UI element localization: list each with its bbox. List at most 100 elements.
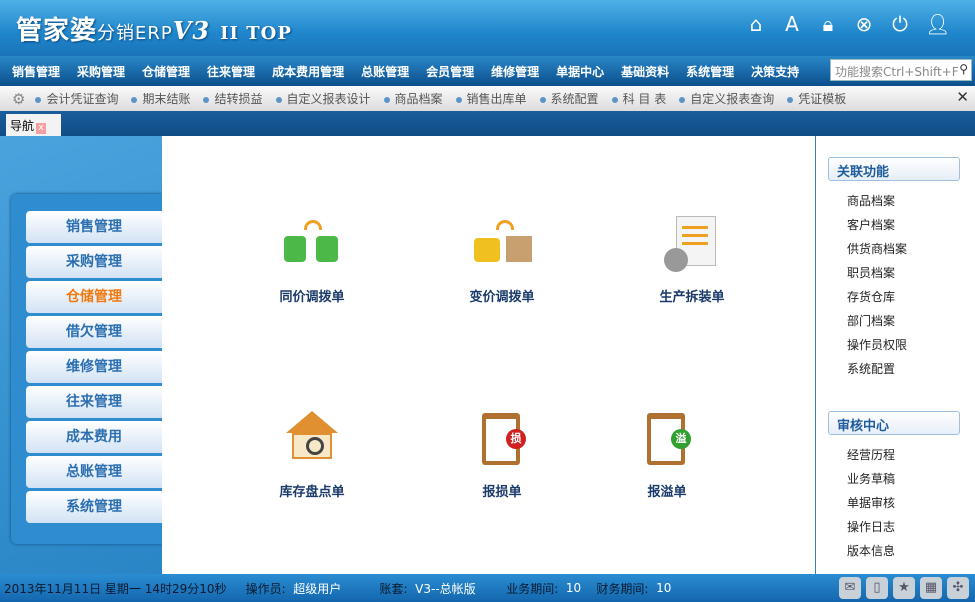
loss-badge: 损 <box>506 429 526 449</box>
font-icon[interactable]: A <box>781 12 803 36</box>
audit-link[interactable]: 单据审核 <box>847 494 895 511</box>
account-value: V3--总帐版 <box>415 580 476 597</box>
inventory-count-button[interactable]: 库存盘点单 <box>242 411 382 500</box>
fan-icon[interactable]: ✣ <box>947 577 969 599</box>
power-icon[interactable]: ⏻ <box>889 12 911 36</box>
related-link[interactable]: 部门档案 <box>847 312 895 329</box>
fin-period-label: 财务期间: <box>596 580 648 597</box>
left-menu-warehouse[interactable]: 仓储管理 <box>26 281 162 313</box>
related-link[interactable]: 职员档案 <box>847 264 895 281</box>
overflow-report-button[interactable]: 溢 报溢单 <box>597 411 737 500</box>
lock-icon[interactable]: 🔒︎ <box>817 12 839 36</box>
left-menu-accounts[interactable]: 往来管理 <box>26 386 162 418</box>
quick-bar-close-icon[interactable]: ✕ <box>956 88 969 106</box>
gear-icon[interactable]: ⚙ <box>12 90 25 108</box>
related-link[interactable]: 供货商档案 <box>847 240 907 257</box>
quick-item[interactable]: 自定义报表查询 <box>679 90 774 107</box>
function-label: 库存盘点单 <box>242 481 382 500</box>
left-menu-loans[interactable]: 借欠管理 <box>26 316 162 348</box>
biz-period-value: 10 <box>566 581 581 595</box>
menu-decision[interactable]: 决策支持 <box>751 63 799 80</box>
notebook-icon[interactable]: ▯ <box>866 577 888 599</box>
audit-link[interactable]: 版本信息 <box>847 542 895 559</box>
logo-sub: 分销ERP <box>97 23 173 44</box>
quick-item[interactable]: 自定义报表设计 <box>276 90 371 107</box>
menu-repair[interactable]: 维修管理 <box>491 63 539 80</box>
menu-ledger[interactable]: 总账管理 <box>361 63 409 80</box>
search-placeholder: 功能搜索Ctrl+Shift+F <box>835 65 959 79</box>
function-label: 报损单 <box>432 481 572 500</box>
main-menu: 销售管理 采购管理 仓储管理 往来管理 成本费用管理 总账管理 会员管理 维修管… <box>0 56 975 86</box>
quick-item[interactable]: 期末结账 <box>131 90 190 107</box>
related-functions-header: 关联功能 <box>828 157 960 181</box>
menu-member[interactable]: 会员管理 <box>426 63 474 80</box>
menu-accounts[interactable]: 往来管理 <box>207 63 255 80</box>
quick-item[interactable]: 系统配置 <box>540 90 599 107</box>
clipboard-loss-icon: 损 <box>470 411 534 475</box>
audit-link[interactable]: 操作日志 <box>847 518 895 535</box>
left-menu-panel: 销售管理 采购管理 仓储管理 借欠管理 维修管理 往来管理 成本费用 总账管理 … <box>11 194 162 544</box>
quick-item[interactable]: 销售出库单 <box>456 90 527 107</box>
quick-bar: ⚙ 会计凭证查询 期末结账 结转损益 自定义报表设计 商品档案 销售出库单 系统… <box>0 86 975 111</box>
logo-main: 管家婆 <box>16 16 97 46</box>
related-link[interactable]: 客户档案 <box>847 216 895 233</box>
audit-link[interactable]: 业务草稿 <box>847 470 895 487</box>
coins-box-icon <box>470 216 534 280</box>
left-menu-system[interactable]: 系统管理 <box>26 491 162 523</box>
left-menu-sales[interactable]: 销售管理 <box>26 211 162 243</box>
menu-sales[interactable]: 销售管理 <box>12 63 60 80</box>
message-icon[interactable]: ✉ <box>839 577 861 599</box>
audit-link[interactable]: 经营历程 <box>847 446 895 463</box>
left-sidebar: 销售管理 采购管理 仓储管理 借欠管理 维修管理 往来管理 成本费用 总账管理 … <box>0 136 162 574</box>
production-assembly-button[interactable]: 生产拆装单 <box>622 216 762 305</box>
calculator-icon[interactable]: ▦ <box>920 577 942 599</box>
house-magnifier-icon <box>280 411 344 475</box>
right-sidebar: 关联功能 商品档案 客户档案 供货商档案 职员档案 存货仓库 部门档案 操作员权… <box>815 136 975 574</box>
loss-report-button[interactable]: 损 报损单 <box>432 411 572 500</box>
main-content: 同价调拨单 变价调拨单 生产拆装单 库存盘点单 损 报损单 溢 报溢单 <box>162 136 815 574</box>
menu-system[interactable]: 系统管理 <box>686 63 734 80</box>
related-link[interactable]: 存货仓库 <box>847 288 895 305</box>
overflow-badge: 溢 <box>671 429 691 449</box>
logo-version: V3 <box>173 16 210 45</box>
close-icon[interactable]: x <box>36 123 46 134</box>
user-icon[interactable]: 👤︎ <box>925 12 947 36</box>
menu-cost[interactable]: 成本费用管理 <box>272 63 344 80</box>
menu-documents[interactable]: 单据中心 <box>556 63 604 80</box>
left-menu-purchase[interactable]: 采购管理 <box>26 246 162 278</box>
audit-center-header: 审核中心 <box>828 411 960 435</box>
money-transfer-icon <box>280 216 344 280</box>
left-menu-cost[interactable]: 成本费用 <box>26 421 162 453</box>
quick-item[interactable]: 结转损益 <box>203 90 262 107</box>
variable-price-transfer-button[interactable]: 变价调拨单 <box>432 216 572 305</box>
header: 管家婆分销ERPV3 II TOP ⌂ A 🔒︎ ⊗ ⏻ 👤︎ <box>0 0 975 56</box>
related-link[interactable]: 商品档案 <box>847 192 895 209</box>
home-icon[interactable]: ⌂ <box>745 12 767 36</box>
menu-warehouse[interactable]: 仓储管理 <box>142 63 190 80</box>
related-link[interactable]: 系统配置 <box>847 360 895 377</box>
operator-label: 操作员: <box>246 580 286 597</box>
quick-item[interactable]: 凭证模板 <box>787 90 846 107</box>
close-circle-icon[interactable]: ⊗ <box>853 12 875 36</box>
same-price-transfer-button[interactable]: 同价调拨单 <box>242 216 382 305</box>
function-search-input[interactable]: 功能搜索Ctrl+Shift+F⚲ <box>830 59 972 81</box>
quick-item[interactable]: 会计凭证查询 <box>35 90 118 107</box>
function-label: 变价调拨单 <box>432 286 572 305</box>
star-icon[interactable]: ★ <box>893 577 915 599</box>
function-label: 生产拆装单 <box>622 286 762 305</box>
search-icon[interactable]: ⚲ <box>959 62 968 76</box>
function-label: 同价调拨单 <box>242 286 382 305</box>
status-bar: 2013年11月11日 星期一 14时29分10秒 操作员: 超级用户 账套: … <box>0 574 975 602</box>
tab-navigation[interactable]: 导航x <box>6 114 61 136</box>
logo: 管家婆分销ERPV3 II TOP <box>16 10 292 47</box>
related-link[interactable]: 操作员权限 <box>847 336 907 353</box>
account-label: 账套: <box>379 580 407 597</box>
tab-label: 导航 <box>10 119 34 133</box>
left-menu-ledger[interactable]: 总账管理 <box>26 456 162 488</box>
clipboard-overflow-icon: 溢 <box>635 411 699 475</box>
left-menu-repair[interactable]: 维修管理 <box>26 351 162 383</box>
quick-item[interactable]: 科 目 表 <box>612 90 667 107</box>
menu-basic-data[interactable]: 基础资料 <box>621 63 669 80</box>
menu-purchase[interactable]: 采购管理 <box>77 63 125 80</box>
quick-item[interactable]: 商品档案 <box>384 90 443 107</box>
